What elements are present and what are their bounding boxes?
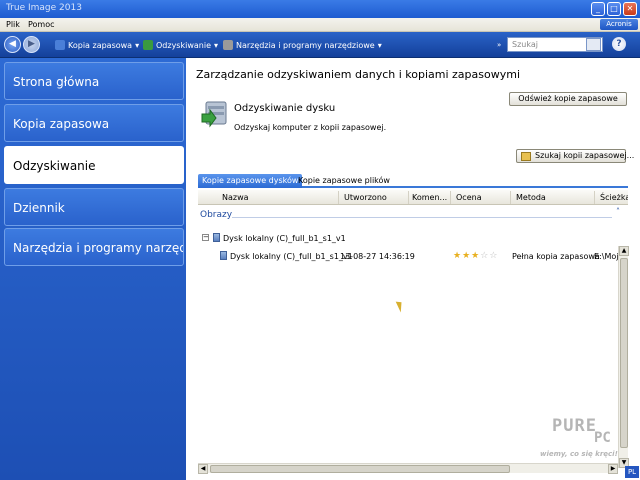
- tab-disk-backups[interactable]: Kopie zapasowe dysków: [198, 174, 303, 188]
- menu-bar: Plik Pomoc Acronis: [0, 18, 640, 32]
- disk-icon: [213, 233, 220, 242]
- chevron-down-icon: ▾: [214, 40, 219, 50]
- column-divider: [338, 191, 339, 204]
- recovery-icon: [143, 40, 153, 50]
- group-label-images: Obrazy: [200, 210, 233, 220]
- horizontal-scroll-thumb[interactable]: [210, 465, 510, 473]
- menu-item-help[interactable]: Pomoc: [28, 20, 55, 29]
- toolbar-backup-label: Kopia zapasowa: [68, 40, 133, 50]
- row-created: 13-08-27 14:36:19: [340, 252, 415, 261]
- find-backup-label: Szukaj kopii zapasowej...: [535, 151, 635, 160]
- column-rating[interactable]: Ocena: [456, 193, 482, 202]
- star-empty-icon[interactable]: ☆: [480, 252, 488, 261]
- column-divider: [408, 191, 409, 204]
- star-filled-icon[interactable]: ★: [453, 252, 461, 261]
- sidebar: Strona główna Kopia zapasowa Odzyskiwani…: [0, 58, 186, 480]
- watermark-brand-pc: PC: [594, 430, 611, 446]
- group-divider: [232, 217, 612, 218]
- toolbar-tools[interactable]: Narzędzia i programy narzędziowe ▾: [223, 40, 382, 50]
- close-button[interactable]: ✕: [623, 2, 637, 16]
- toolbar-recovery[interactable]: Odzyskiwanie ▾: [143, 40, 218, 50]
- toolbar-tools-label: Narzędzia i programy narzędziowe: [236, 40, 375, 50]
- refresh-backups-button[interactable]: Odśwież kopie zapasowe: [509, 92, 627, 106]
- column-path[interactable]: Ścieżka: [600, 193, 628, 202]
- collapse-group-icon[interactable]: ˄: [616, 207, 620, 216]
- find-backup-button[interactable]: Szukaj kopii zapasowej...: [516, 149, 634, 163]
- purepc-watermark: PURE PC wiemy, co się kręci!: [540, 414, 638, 464]
- tools-icon: [223, 40, 233, 50]
- tab-file-backups[interactable]: Kopie zapasowe plików: [294, 174, 394, 188]
- menu-item-file[interactable]: Plik: [6, 20, 20, 29]
- sidebar-item-tools[interactable]: Narzędzia i programy narzędziowe: [4, 228, 184, 266]
- scroll-right-icon[interactable]: ▶: [608, 464, 618, 474]
- disk-recovery-icon: [201, 101, 227, 128]
- tree-collapse-icon[interactable]: −: [202, 234, 209, 241]
- column-name[interactable]: Nazwa: [222, 193, 249, 202]
- language-indicator[interactable]: PL: [625, 466, 639, 478]
- scroll-up-icon[interactable]: ▲: [619, 246, 629, 256]
- toolbar: ◀ ▶ Kopia zapasowa ▾ Odzyskiwanie ▾ Narz…: [0, 32, 640, 58]
- search-icon[interactable]: [586, 38, 601, 51]
- window-controls: _ □ ✕: [591, 2, 637, 16]
- section-title[interactable]: Odzyskiwanie dysku: [234, 103, 335, 114]
- section-description: Odzyskaj komputer z kopii zapasowej.: [234, 123, 387, 132]
- watermark-tagline: wiemy, co się kręci!: [540, 450, 618, 458]
- minimize-button[interactable]: _: [591, 2, 605, 16]
- forward-arrow-icon[interactable]: ▶: [23, 36, 40, 53]
- row-name: Dysk lokalny (C)_full_b1_s1_v1: [230, 252, 353, 261]
- table-header: Nazwa Utworzono Komen... Ocena Metoda Śc…: [198, 190, 628, 205]
- star-filled-icon[interactable]: ★: [462, 252, 470, 261]
- sidebar-item-backup[interactable]: Kopia zapasowa: [4, 104, 184, 142]
- column-created[interactable]: Utworzono: [344, 193, 387, 202]
- column-method[interactable]: Metoda: [516, 193, 546, 202]
- horizontal-scrollbar[interactable]: ◀ ▶: [198, 463, 618, 474]
- star-filled-icon[interactable]: ★: [471, 252, 479, 261]
- sidebar-item-recovery[interactable]: Odzyskiwanie: [4, 146, 184, 184]
- double-chevron-icon[interactable]: »: [497, 41, 501, 49]
- back-arrow-icon[interactable]: ◀: [4, 36, 21, 53]
- toolbar-backup[interactable]: Kopia zapasowa ▾: [55, 40, 139, 50]
- folder-search-icon: [521, 152, 531, 161]
- column-divider: [510, 191, 511, 204]
- rating-stars[interactable]: ★ ★ ★ ☆ ☆: [453, 252, 497, 261]
- maximize-button[interactable]: □: [607, 2, 621, 16]
- sidebar-item-log[interactable]: Dziennik: [4, 188, 184, 226]
- acronis-logo: Acronis: [600, 19, 638, 30]
- page-title: Zarządzanie odzyskiwaniem danych i kopia…: [196, 68, 521, 81]
- chevron-down-icon: ▾: [377, 40, 382, 50]
- scroll-left-icon[interactable]: ◀: [198, 464, 208, 474]
- tree-parent-item[interactable]: Dysk lokalny (C)_full_b1_s1_v1: [223, 234, 346, 243]
- sidebar-item-home[interactable]: Strona główna: [4, 62, 184, 100]
- chevron-down-icon: ▾: [135, 40, 140, 50]
- column-divider: [594, 191, 595, 204]
- disk-icon: [220, 251, 227, 260]
- column-divider: [450, 191, 451, 204]
- main-panel: Zarządzanie odzyskiwaniem danych i kopia…: [186, 58, 640, 468]
- watermark-brand: PURE: [552, 416, 597, 436]
- row-method: Pełna kopia zapasowa: [512, 252, 600, 261]
- column-comment[interactable]: Komen...: [412, 193, 447, 202]
- title-bar: True Image 2013 _ □ ✕: [0, 0, 640, 18]
- window-title: True Image 2013: [6, 3, 82, 13]
- toolbar-recovery-label: Odzyskiwanie: [156, 40, 211, 50]
- star-empty-icon[interactable]: ☆: [489, 252, 497, 261]
- backup-icon: [55, 40, 65, 50]
- backup-tabs: Kopie zapasowe dysków Kopie zapasowe pli…: [198, 174, 628, 188]
- help-icon[interactable]: ?: [612, 37, 626, 51]
